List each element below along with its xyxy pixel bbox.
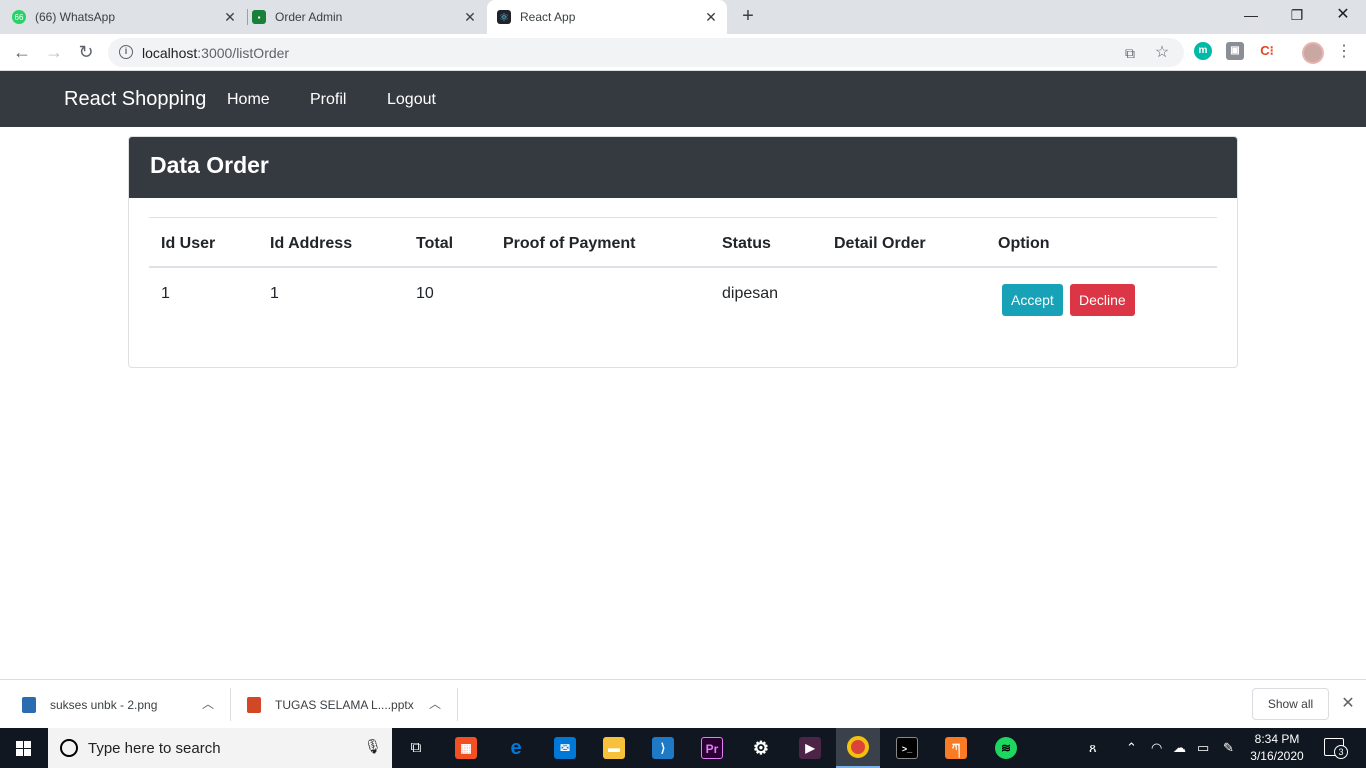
app-navbar: React Shopping Home Profil Logout bbox=[0, 71, 1366, 127]
info-icon[interactable]: i bbox=[119, 45, 133, 59]
windows-taskbar: Type here to search 🎙 ⧉ ▦ e ✉ ▬ ⟩ Pr ⚙ ▶… bbox=[0, 728, 1366, 768]
chrome-icon[interactable] bbox=[836, 728, 880, 768]
translate-icon[interactable]: ⧉ bbox=[1121, 44, 1139, 62]
chevron-up-icon[interactable]: ⌃ bbox=[1126, 740, 1137, 756]
extension-m-icon[interactable]: m bbox=[1194, 42, 1212, 60]
tab-divider bbox=[247, 9, 248, 25]
premiere-icon[interactable]: Pr bbox=[690, 728, 734, 768]
column-header-status: Status bbox=[722, 235, 771, 252]
cell-status: dipesan bbox=[722, 285, 779, 302]
cortana-icon bbox=[60, 739, 78, 757]
whatsapp-icon: 66 bbox=[12, 10, 26, 24]
url-text[interactable]: localhost:3000/listOrder bbox=[142, 45, 289, 61]
store-icon[interactable]: ▦ bbox=[444, 728, 488, 768]
close-icon[interactable]: ✕ bbox=[222, 9, 238, 26]
battery-icon[interactable]: ▭ bbox=[1197, 740, 1209, 756]
extension-c-icon[interactable]: C⁝ bbox=[1258, 42, 1276, 60]
onedrive-icon[interactable]: ☁ bbox=[1173, 740, 1186, 756]
close-icon[interactable]: ✕ bbox=[462, 9, 478, 26]
nav-link-profil[interactable]: Profil bbox=[310, 91, 346, 109]
close-window-button[interactable]: ✕ bbox=[1332, 4, 1354, 26]
tab-order-admin[interactable]: ▪ Order Admin ✕ bbox=[252, 0, 486, 34]
xampp-icon[interactable]: ཀ bbox=[934, 728, 978, 768]
tab-title: React App bbox=[520, 10, 576, 24]
tab-title: Order Admin bbox=[275, 10, 343, 24]
browser-tab-strip: 66 (66) WhatsApp ✕ ▪ Order Admin ✕ ⚛ Rea… bbox=[0, 0, 1366, 34]
download-divider bbox=[230, 688, 231, 721]
column-header-option: Option bbox=[998, 235, 1050, 252]
download-filename: TUGAS SELAMA L....pptx bbox=[275, 697, 414, 712]
notification-badge: 3 bbox=[1334, 745, 1348, 759]
forward-arrow-icon[interactable]: → bbox=[42, 41, 66, 63]
address-bar[interactable]: i localhost:3000/listOrder ⧉ ☆ bbox=[108, 38, 1184, 67]
column-header-total: Total bbox=[416, 235, 454, 252]
pen-icon[interactable]: ✎ bbox=[1223, 740, 1234, 756]
start-button[interactable] bbox=[0, 728, 48, 768]
windows-logo-icon bbox=[16, 741, 32, 757]
column-header-detail-order: Detail Order bbox=[834, 235, 926, 252]
cell-id-user: 1 bbox=[161, 285, 170, 302]
spotify-icon[interactable]: ≋ bbox=[984, 728, 1028, 768]
show-all-button[interactable]: Show all bbox=[1252, 688, 1329, 720]
download-item[interactable]: TUGAS SELAMA L....pptx ︿ bbox=[247, 680, 452, 729]
cell-id-address: 1 bbox=[270, 285, 279, 302]
taskbar-search[interactable]: Type here to search 🎙 bbox=[48, 728, 392, 768]
powerpoint-file-icon bbox=[247, 696, 261, 713]
tab-title: (66) WhatsApp bbox=[35, 10, 116, 24]
downloads-shelf: sukses unbk - 2.png ︿ TUGAS SELAMA L....… bbox=[0, 679, 1366, 728]
react-icon: ⚛ bbox=[497, 10, 511, 24]
close-icon[interactable]: ✕ bbox=[703, 9, 719, 26]
column-header-id-address: Id Address bbox=[270, 235, 353, 252]
back-arrow-icon[interactable]: ← bbox=[10, 41, 34, 63]
reload-icon[interactable]: ↻ bbox=[74, 41, 98, 63]
minimize-button[interactable]: — bbox=[1240, 4, 1262, 26]
avatar[interactable] bbox=[1302, 42, 1324, 64]
nav-link-home[interactable]: Home bbox=[227, 91, 270, 109]
classroom-icon: ▪ bbox=[252, 10, 266, 24]
decline-button[interactable]: Decline bbox=[1070, 284, 1135, 316]
edge-icon[interactable]: e bbox=[494, 728, 538, 768]
file-explorer-icon[interactable]: ▬ bbox=[592, 728, 636, 768]
new-tab-button[interactable]: + bbox=[737, 5, 759, 27]
column-header-id-user: Id User bbox=[161, 235, 216, 252]
column-header-proof-of-payment: Proof of Payment bbox=[503, 235, 636, 252]
system-clock[interactable]: 8:34 PM 3/16/2020 bbox=[1244, 731, 1310, 765]
microphone-icon[interactable]: 🎙 bbox=[364, 738, 382, 755]
vscode-icon[interactable]: ⟩ bbox=[641, 728, 685, 768]
restore-button[interactable]: ❐ bbox=[1286, 4, 1308, 26]
accept-button[interactable]: Accept bbox=[1002, 284, 1063, 316]
card-header: Data Order bbox=[129, 137, 1237, 198]
cell-total: 10 bbox=[416, 285, 434, 302]
clock-time: 8:34 PM bbox=[1254, 732, 1300, 746]
download-item[interactable]: sukses unbk - 2.png ︿ bbox=[22, 680, 222, 729]
kebab-menu-icon[interactable]: ⋮ bbox=[1332, 41, 1356, 63]
people-icon[interactable]: ጸ bbox=[1089, 740, 1097, 756]
data-order-card: Data Order Id User Id Address Total Proo… bbox=[128, 136, 1238, 368]
settings-gear-icon[interactable]: ⚙ bbox=[739, 728, 783, 768]
download-filename: sukses unbk - 2.png bbox=[50, 697, 158, 712]
search-placeholder: Type here to search bbox=[88, 740, 221, 757]
video-editor-icon[interactable]: ▶ bbox=[788, 728, 832, 768]
action-center-icon[interactable]: 3 bbox=[1324, 738, 1348, 759]
tab-react-app[interactable]: ⚛ React App ✕ bbox=[487, 0, 727, 34]
chevron-up-icon[interactable]: ︿ bbox=[202, 695, 214, 712]
download-divider bbox=[457, 688, 458, 721]
star-icon[interactable]: ☆ bbox=[1153, 44, 1171, 62]
navbar-brand[interactable]: React Shopping bbox=[64, 88, 206, 111]
table-header-row: Id User Id Address Total Proof of Paymen… bbox=[149, 217, 1217, 268]
close-icon[interactable]: ✕ bbox=[1338, 693, 1358, 713]
wifi-icon[interactable]: ◠ bbox=[1151, 740, 1162, 756]
nav-link-logout[interactable]: Logout bbox=[387, 91, 436, 109]
extension-photo-icon[interactable]: ▣ bbox=[1226, 42, 1244, 60]
task-view-icon[interactable]: ⧉ bbox=[394, 728, 438, 768]
mail-icon[interactable]: ✉ bbox=[543, 728, 587, 768]
browser-toolbar: ← → ↻ i localhost:3000/listOrder ⧉ ☆ m ▣… bbox=[0, 34, 1366, 71]
image-file-icon bbox=[22, 696, 36, 713]
chevron-up-icon[interactable]: ︿ bbox=[429, 695, 441, 712]
terminal-icon[interactable]: >_ bbox=[885, 728, 929, 768]
page-title: Data Order bbox=[150, 152, 269, 178]
tab-whatsapp[interactable]: 66 (66) WhatsApp ✕ bbox=[12, 0, 246, 34]
clock-date: 3/16/2020 bbox=[1250, 749, 1304, 763]
